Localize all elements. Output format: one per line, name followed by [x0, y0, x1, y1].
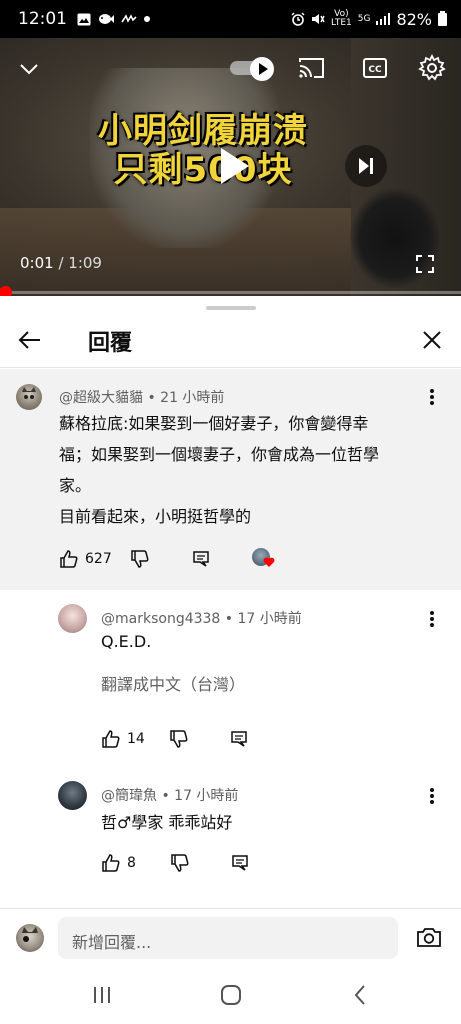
- reply-author-line: @簡瑋魚 • 17 小時前: [101, 785, 238, 805]
- fish-icon: [99, 14, 114, 24]
- more-vert-icon[interactable]: [422, 387, 442, 407]
- cat-avatar-icon: [22, 927, 38, 942]
- comment-author[interactable]: @超級大貓貓: [59, 390, 143, 406]
- reply-text: 哲♂學家 乖乖站好: [101, 813, 233, 832]
- thumbs-up-icon[interactable]: [101, 729, 121, 749]
- video-frame-cat: [350, 188, 440, 288]
- more-vert-icon[interactable]: [422, 609, 442, 629]
- fullscreen-icon[interactable]: [416, 255, 434, 273]
- thumbs-up-icon[interactable]: [59, 549, 79, 569]
- reply-icon[interactable]: [230, 730, 248, 748]
- comment-author-line: @超級大貓貓 • 21 小時前: [59, 387, 224, 407]
- battery-icon: [438, 10, 447, 26]
- play-icon[interactable]: [205, 140, 257, 192]
- comment-text-line: 蘇格拉底:如果娶到一個好妻子，你會變得幸: [59, 414, 369, 433]
- duration: 1:09: [68, 254, 102, 272]
- parent-comment: @超級大貓貓 • 21 小時前 蘇格拉底:如果娶到一個好妻子，你會變得幸 福；如…: [0, 369, 461, 590]
- comment-text-line: 目前看起來，小明挺哲學的: [59, 507, 252, 526]
- recent-apps-icon[interactable]: [92, 984, 112, 1006]
- arrow-back-icon[interactable]: [16, 326, 44, 354]
- reply-author[interactable]: @marksong4338: [101, 611, 220, 627]
- cast-icon[interactable]: [298, 56, 326, 80]
- cat-avatar-icon: [22, 387, 36, 399]
- back-nav-icon[interactable]: [352, 984, 368, 1006]
- notification-dot-icon: [144, 16, 150, 22]
- like-count: 8: [127, 855, 136, 871]
- reply-bar: 新增回覆...: [0, 908, 461, 968]
- volte-indicator: Vo) LTE1: [331, 10, 352, 28]
- video-caption: 小明剑履崩溃 只剩500块: [88, 112, 318, 190]
- reply-text: Q.E.D.: [101, 632, 152, 651]
- video-caption-line2: 只剩500块: [113, 150, 293, 190]
- reply-icon[interactable]: [231, 854, 249, 872]
- like-count: 14: [127, 731, 145, 747]
- creator-heart-badge: [251, 548, 275, 570]
- more-vert-icon[interactable]: [422, 786, 442, 806]
- avatar: [16, 924, 44, 952]
- comment-time: • 21 小時前: [143, 390, 225, 406]
- avatar[interactable]: [16, 384, 42, 410]
- reply-actions: 14: [101, 729, 248, 749]
- close-icon[interactable]: [418, 326, 446, 354]
- comment-text: 蘇格拉底:如果娶到一個好妻子，你會變得幸 福；如果娶到一個壞妻子，你會成為一位哲…: [59, 408, 429, 532]
- sheet-title: 回覆: [88, 331, 133, 356]
- camera-icon[interactable]: [416, 926, 442, 948]
- thumbs-down-icon[interactable]: [170, 853, 190, 873]
- play-icon: [259, 63, 268, 75]
- sheet-header: 回覆: [0, 314, 461, 368]
- autoplay-toggle[interactable]: [230, 57, 274, 81]
- heart-icon: [263, 557, 275, 567]
- gear-icon[interactable]: [418, 54, 446, 82]
- skip-next-button[interactable]: [345, 145, 387, 187]
- chevron-down-icon[interactable]: [18, 58, 40, 80]
- video-progress-bar[interactable]: [0, 286, 461, 299]
- reply-icon[interactable]: [192, 550, 210, 568]
- comment-actions: 627: [59, 548, 275, 570]
- current-time: 0:01: [20, 254, 54, 272]
- system-nav-bar: [0, 968, 461, 1024]
- status-time: 12:01: [18, 9, 67, 29]
- avatar[interactable]: [58, 604, 87, 633]
- gallery-icon: [77, 13, 91, 25]
- avatar[interactable]: [58, 781, 87, 810]
- thumbs-up-icon[interactable]: [101, 853, 121, 873]
- closed-captions-icon[interactable]: CC: [362, 56, 388, 80]
- network-type: 5G: [357, 13, 371, 24]
- reply-time: • 17 小時前: [157, 788, 239, 804]
- alarm-icon: [291, 12, 305, 26]
- battery-percent: 82%: [396, 9, 432, 29]
- reply-author-line: @marksong4338 • 17 小時前: [101, 608, 302, 628]
- signal-icon: [376, 13, 391, 25]
- reply-time: • 17 小時前: [220, 611, 302, 627]
- lte-label: LTE1: [331, 18, 352, 28]
- autoplay-knob: [250, 57, 274, 81]
- thumbs-down-icon[interactable]: [130, 549, 150, 569]
- like-count: 627: [85, 551, 112, 567]
- time-separator: /: [53, 254, 69, 272]
- sheet-drag-handle[interactable]: [206, 306, 256, 310]
- signature-icon: [121, 14, 137, 23]
- thumbs-down-icon[interactable]: [169, 729, 189, 749]
- replies-sheet: 回覆 @超級大貓貓 • 21 小時前 蘇格拉底:如果娶到一個好妻子，你會變得幸 …: [0, 296, 461, 908]
- home-icon[interactable]: [220, 984, 242, 1006]
- reply-actions: 8: [101, 853, 249, 873]
- translate-link[interactable]: 翻譯成中文（台灣）: [101, 671, 245, 695]
- mute-icon: [312, 14, 325, 24]
- status-bar: 12:01 Vo) LTE1 5G 82%: [0, 0, 461, 38]
- skip-next-icon: [359, 158, 373, 174]
- comment-text-line: 福；如果娶到一個壞妻子，你會成為一位哲學: [59, 445, 380, 464]
- svg-text:CC: CC: [368, 65, 382, 75]
- reply-input[interactable]: 新增回覆...: [58, 917, 398, 959]
- comment-text-line: 家。: [59, 476, 92, 495]
- video-caption-line1: 小明剑履崩溃: [98, 111, 308, 151]
- reply-author[interactable]: @簡瑋魚: [101, 788, 157, 804]
- video-time: 0:01 / 1:09: [20, 254, 102, 272]
